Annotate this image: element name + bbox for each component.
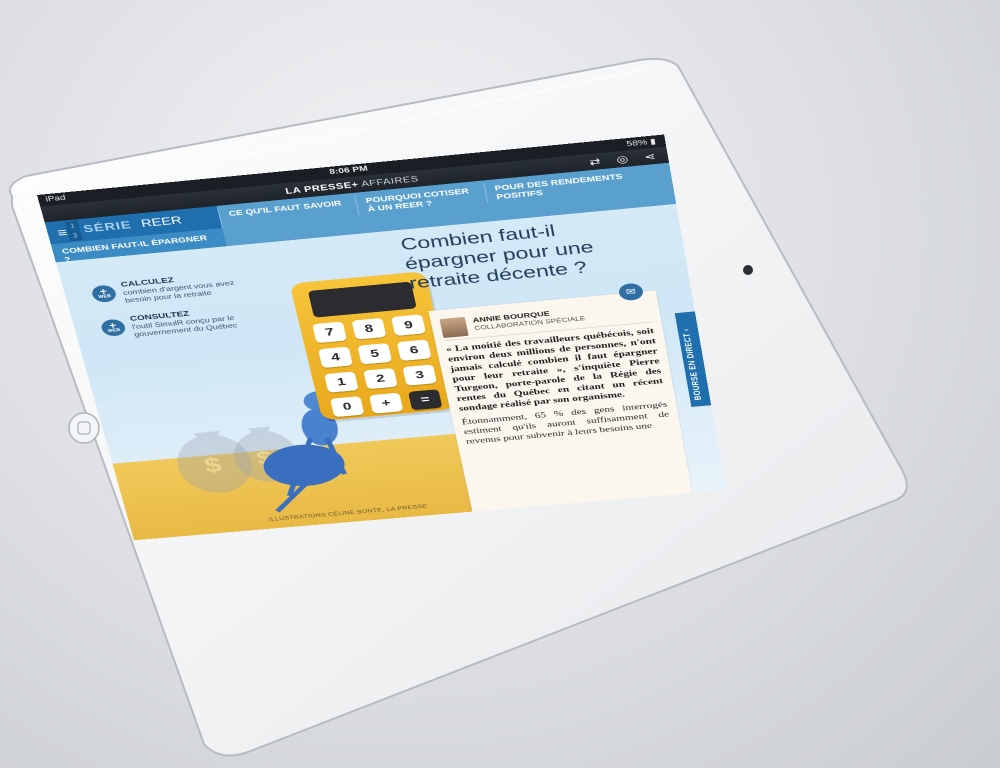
calc-key: 8	[351, 317, 387, 340]
tablet-screen: iPad 8:06 PM 58% ▮ LA PRESSE+ AFFAIRES ⇄…	[37, 134, 726, 541]
author-avatar	[439, 316, 469, 339]
calc-key-equals: =	[408, 389, 443, 411]
home-button[interactable]	[68, 412, 100, 444]
calc-key: 1	[324, 371, 359, 393]
plus-web-icon: + WEB	[99, 318, 128, 337]
calc-key: 3	[402, 364, 437, 386]
share-icon[interactable]: ⋖	[640, 150, 659, 164]
tab-label: CE QU'IL FAUT SAVOIR	[227, 199, 343, 219]
article-headline: Combien faut-il épargner pour une retrai…	[398, 221, 596, 293]
series-name: REER	[139, 214, 184, 230]
calc-key: +	[368, 392, 404, 414]
calculator-display	[307, 281, 417, 318]
calc-key: 9	[391, 314, 426, 336]
menu-icon[interactable]: ≡	[52, 225, 74, 240]
article-card: ✉ ANNIE BOURQUE COLLABORATION SPÉCIALE «…	[428, 282, 693, 513]
calc-key: 5	[357, 343, 393, 365]
calc-key: 7	[312, 321, 348, 344]
web-badge: WEB	[107, 328, 121, 334]
calc-key: 2	[363, 367, 398, 390]
front-camera	[743, 265, 753, 275]
listen-icon[interactable]: ◎	[613, 152, 632, 166]
calculator-keypad: 7 8 9 4 5 6 1 2 3 0 + =	[312, 314, 443, 418]
battery-percent: 58%	[625, 138, 648, 149]
tab-label: POUR DES RENDEMENTS POSITIFS	[493, 172, 624, 202]
rotate-icon[interactable]: ⇄	[585, 155, 604, 169]
tab-label: POURQUOI COTISER À UN REER ?	[364, 187, 470, 214]
calc-key: 4	[318, 346, 353, 368]
article-lead: « La moitié des travailleurs québécois, …	[444, 326, 664, 413]
tablet-device: iPad 8:06 PM 58% ▮ LA PRESSE+ AFFAIRES ⇄…	[0, 0, 1000, 768]
calc-key: 0	[330, 396, 365, 418]
plus-web-icon: + WEB	[90, 284, 118, 304]
calc-key: 6	[396, 339, 432, 361]
web-badge: WEB	[98, 294, 112, 300]
email-icon[interactable]: ✉	[617, 282, 645, 302]
battery-indicator: 58% ▮	[625, 137, 657, 149]
series-label: SÉRIE	[82, 219, 133, 236]
